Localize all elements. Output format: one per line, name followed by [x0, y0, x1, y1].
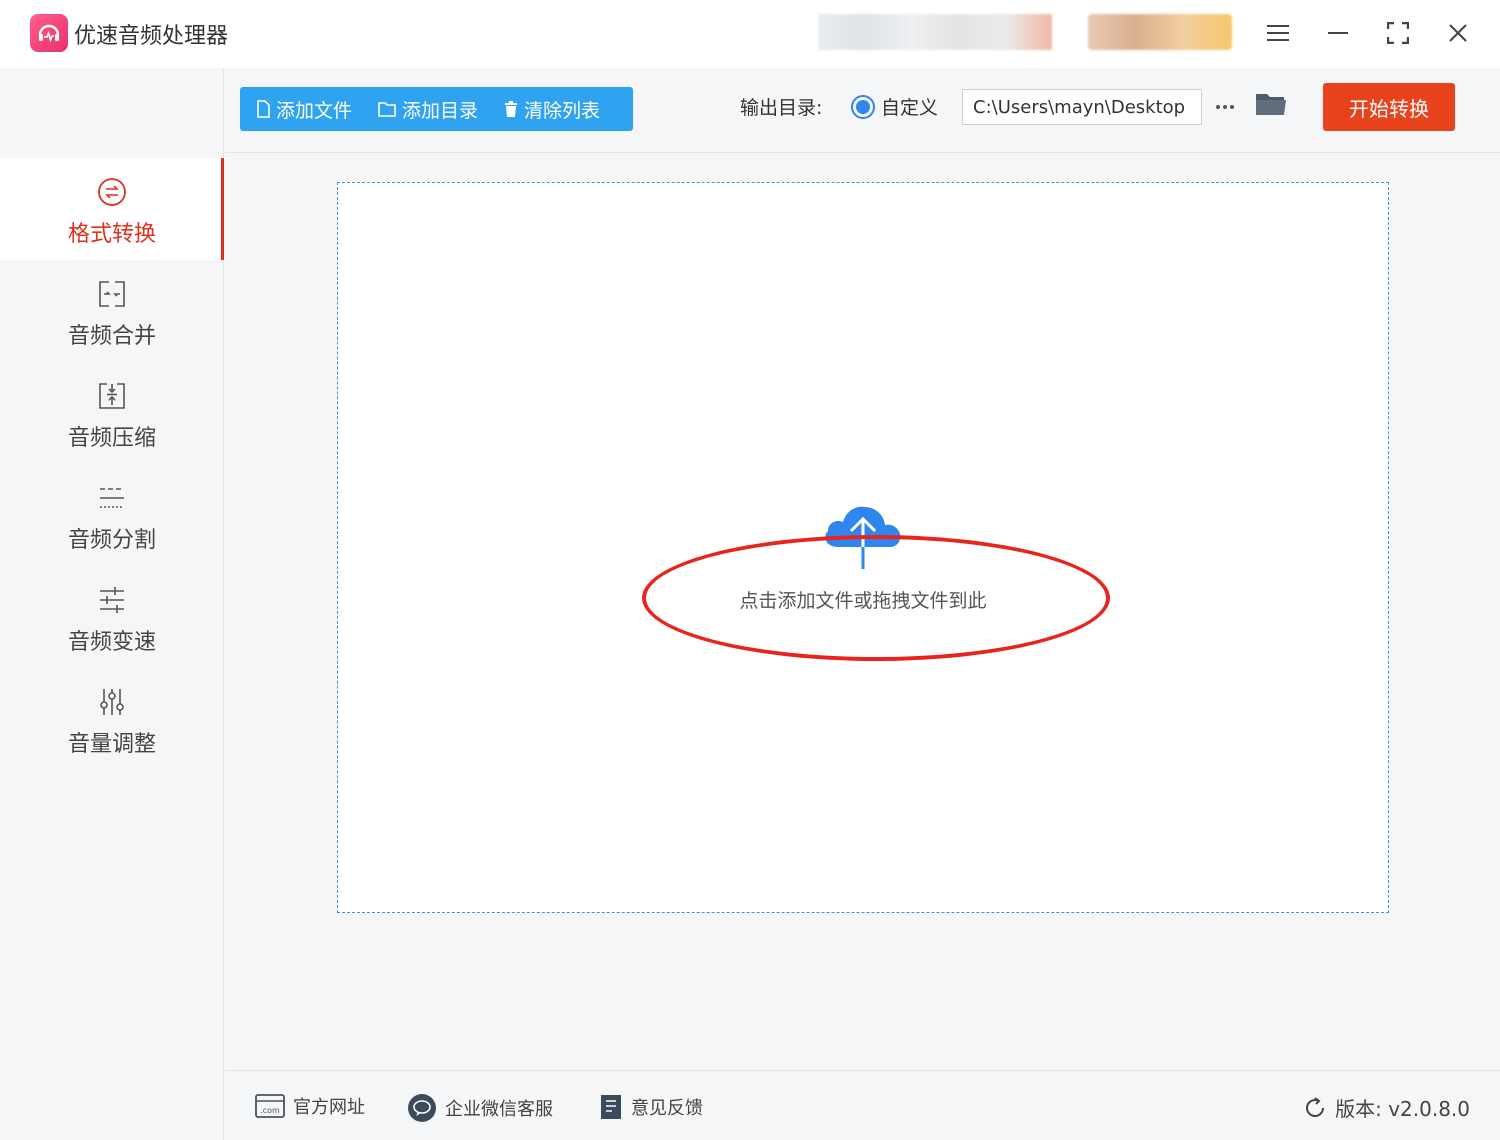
start-convert-button[interactable]: 开始转换 [1323, 83, 1455, 131]
add-folder-button[interactable]: 添加目录 [378, 96, 478, 123]
output-path-input[interactable] [962, 89, 1202, 125]
version-info[interactable]: 版本: v2.0.8.0 [1303, 1093, 1470, 1122]
custom-dir-radio-label[interactable]: 自定义 [881, 93, 938, 120]
clear-list-button[interactable]: 清除列表 [504, 96, 600, 123]
menu-icon[interactable] [1260, 16, 1296, 50]
file-icon [257, 100, 270, 118]
speed-icon [96, 584, 128, 616]
sidebar-item-label: 音频分割 [67, 528, 156, 553]
compress-icon [96, 380, 128, 412]
add-file-button[interactable]: 添加文件 [256, 96, 352, 123]
refresh-icon [1306, 1096, 1325, 1117]
merge-icon [96, 278, 128, 310]
version-label: 版本: v2.0.8.0 [1335, 1097, 1470, 1121]
sidebar-item-label: 音频合并 [67, 324, 156, 349]
feedback-label: 意见反馈 [631, 1098, 703, 1119]
drop-zone-hint: 点击添加文件或拖拽文件到此 [739, 590, 987, 612]
file-drop-zone[interactable]: 点击添加文件或拖拽文件到此 [337, 182, 1389, 913]
official-website-link[interactable]: .com 官方网址 [255, 1093, 365, 1119]
footer: .com 官方网址 企业微信客服 意见反馈 版本: v2.0.8.0 [225, 1070, 1500, 1140]
close-icon[interactable] [1440, 16, 1476, 50]
clear-list-label: 清除列表 [524, 99, 601, 122]
blurred-ad-banner [818, 14, 1052, 50]
app-title: 优速音频处理器 [74, 24, 229, 49]
volume-icon [96, 686, 128, 718]
sidebar-item-audio-split[interactable]: 音频分割 [0, 464, 224, 566]
wechat-service-link[interactable]: 企业微信客服 [407, 1093, 553, 1123]
sidebar-item-audio-speed[interactable]: 音频变速 [0, 566, 224, 668]
fullscreen-icon[interactable] [1380, 16, 1416, 50]
file-action-group: 添加文件 添加目录 清除列表 [240, 87, 633, 131]
feedback-link[interactable]: 意见反馈 [599, 1093, 703, 1121]
svg-text:.com: .com [260, 1106, 280, 1115]
sidebar-item-label: 音频压缩 [67, 426, 156, 451]
chat-icon [408, 1094, 436, 1122]
title-bar: 优速音频处理器 [0, 0, 1500, 68]
more-options-icon[interactable] [1212, 89, 1238, 125]
add-folder-label: 添加目录 [402, 99, 479, 122]
sidebar-item-audio-compress[interactable]: 音频压缩 [0, 362, 224, 464]
open-folder-icon[interactable] [1255, 90, 1287, 122]
sidebar-item-label: 音频变速 [67, 630, 156, 655]
custom-dir-radio[interactable] [851, 95, 875, 119]
convert-icon [96, 176, 128, 208]
cloud-upload-icon [825, 506, 901, 569]
split-icon [96, 482, 128, 514]
app-logo-icon [30, 14, 68, 52]
sidebar-item-audio-merge[interactable]: 音频合并 [0, 260, 224, 362]
sidebar-item-volume-adjust[interactable]: 音量调整 [0, 668, 224, 770]
trash-icon [505, 101, 518, 117]
folder-outline-icon [378, 102, 396, 117]
feedback-icon [601, 1095, 621, 1119]
website-label: 官方网址 [293, 1097, 365, 1118]
wechat-label: 企业微信客服 [445, 1099, 553, 1120]
blurred-user-avatar[interactable] [1088, 14, 1232, 50]
sidebar-item-format-convert[interactable]: 格式转换 [0, 158, 224, 260]
add-file-label: 添加文件 [276, 99, 353, 122]
website-icon: .com [255, 1094, 285, 1118]
output-dir-label: 输出目录: [740, 97, 823, 119]
sidebar: 格式转换 音频合并 音频压缩 音频分割 音频变速 音量调整 [0, 68, 224, 1140]
minimize-icon[interactable] [1320, 16, 1356, 50]
toolbar: 添加文件 添加目录 清除列表 输出目录: 自定义 开始转换 [225, 68, 1500, 153]
sidebar-item-label: 音量调整 [67, 732, 156, 757]
sidebar-item-label: 格式转换 [67, 222, 156, 247]
